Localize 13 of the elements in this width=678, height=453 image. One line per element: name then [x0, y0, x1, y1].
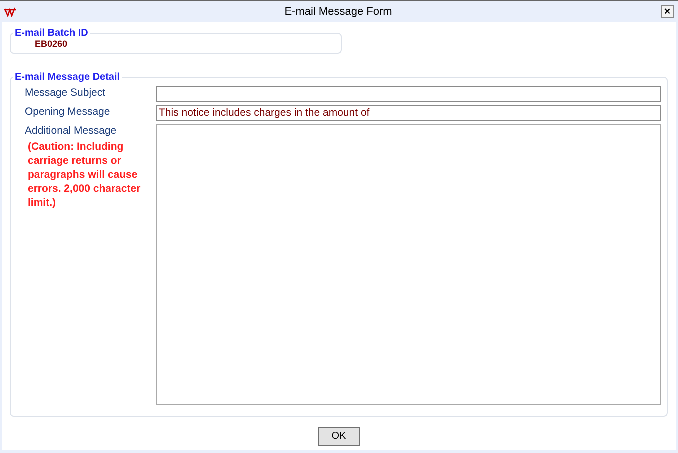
panel-legend: E-mail Message Detail	[13, 72, 122, 83]
caution-text: (Caution: Including carriage returns or paragraphs will cause errors. 2,000 character limit.)	[28, 140, 142, 210]
field-label: Opening Message	[25, 105, 112, 119]
field-label: Additional Message	[25, 124, 118, 138]
text-field[interactable]	[156, 86, 661, 102]
field-label: Message Subject	[25, 86, 107, 100]
app-logo-icon	[4, 6, 16, 16]
close-button[interactable]: ×	[661, 5, 674, 18]
panel-legend: E-mail Batch ID	[13, 28, 90, 39]
ok-button[interactable]: OK	[318, 427, 360, 446]
text-field[interactable]: This notice includes charges in the amount of	[156, 105, 661, 121]
window-title: E-mail Message Form	[284, 6, 394, 18]
batch-id-value: EB0260	[34, 39, 69, 51]
